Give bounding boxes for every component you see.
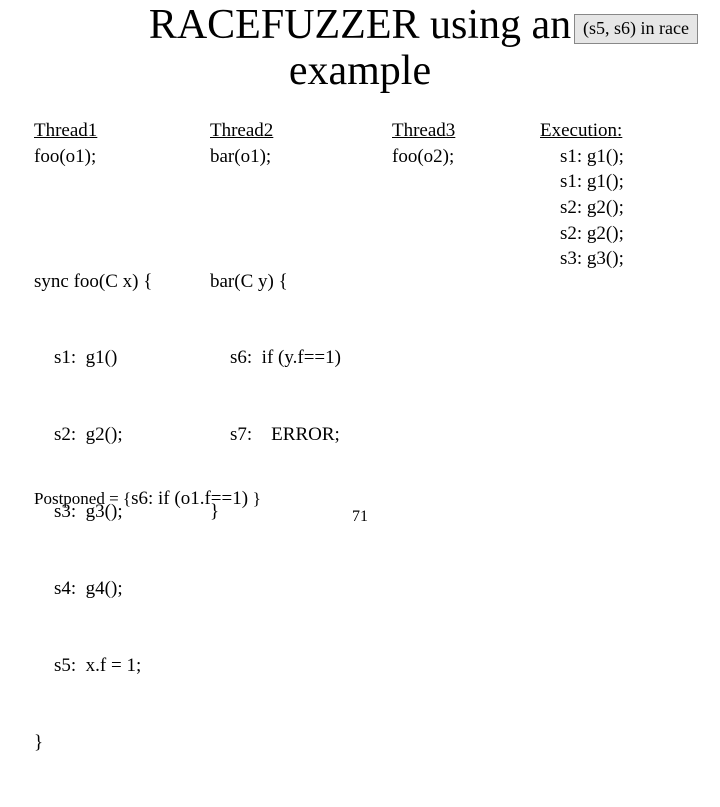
execution-header: Execution: xyxy=(540,118,710,144)
foo-s2: s2: g2(); xyxy=(34,422,214,448)
bar-s7: s7: ERROR; xyxy=(210,422,390,448)
thread3-call: foo(o2); xyxy=(392,144,522,170)
bar-s6: s6: if (y.f==1) xyxy=(210,345,390,371)
foo-s1: s1: g1() xyxy=(34,345,214,371)
execution-line-2: s2: g2(); xyxy=(540,195,710,221)
thread1-header: Thread1 xyxy=(34,118,214,144)
bar-signature: bar(C y) { xyxy=(210,269,390,295)
execution-line-0: s1: g1(); xyxy=(540,144,710,170)
title-line-2: example xyxy=(289,48,431,94)
race-pair-badge: (s5, s6) in race xyxy=(574,14,698,44)
thread3-column: Thread3 foo(o2); xyxy=(392,118,522,169)
thread1-column: Thread1 foo(o1); sync foo(C x) { s1: g1(… xyxy=(34,118,214,807)
execution-line-4: s3: g3(); xyxy=(540,246,710,272)
postponed-set: Postponed = {s6: if (o1.f==1) } xyxy=(34,488,261,510)
foo-close: } xyxy=(34,730,214,756)
execution-line-3: s2: g2(); xyxy=(540,221,710,247)
thread1-call: foo(o1); xyxy=(34,144,214,170)
postponed-label: Postponed = { xyxy=(34,489,131,508)
slide-number: 71 xyxy=(0,508,720,526)
thread2-header: Thread2 xyxy=(210,118,390,144)
thread3-header: Thread3 xyxy=(392,118,522,144)
execution-column: Execution: s1: g1(); s1: g1(); s2: g2();… xyxy=(540,118,710,272)
foo-s5: s5: x.f = 1; xyxy=(34,653,214,679)
foo-signature: sync foo(C x) { xyxy=(34,269,214,295)
title-line-1: RACEFUZZER using an xyxy=(149,2,571,48)
postponed-body: s6: if (o1.f==1) xyxy=(131,488,253,509)
execution-line-1: s1: g1(); xyxy=(540,169,710,195)
thread2-call: bar(o1); xyxy=(210,144,390,170)
postponed-close: } xyxy=(253,489,261,508)
foo-s4: s4: g4(); xyxy=(34,576,214,602)
